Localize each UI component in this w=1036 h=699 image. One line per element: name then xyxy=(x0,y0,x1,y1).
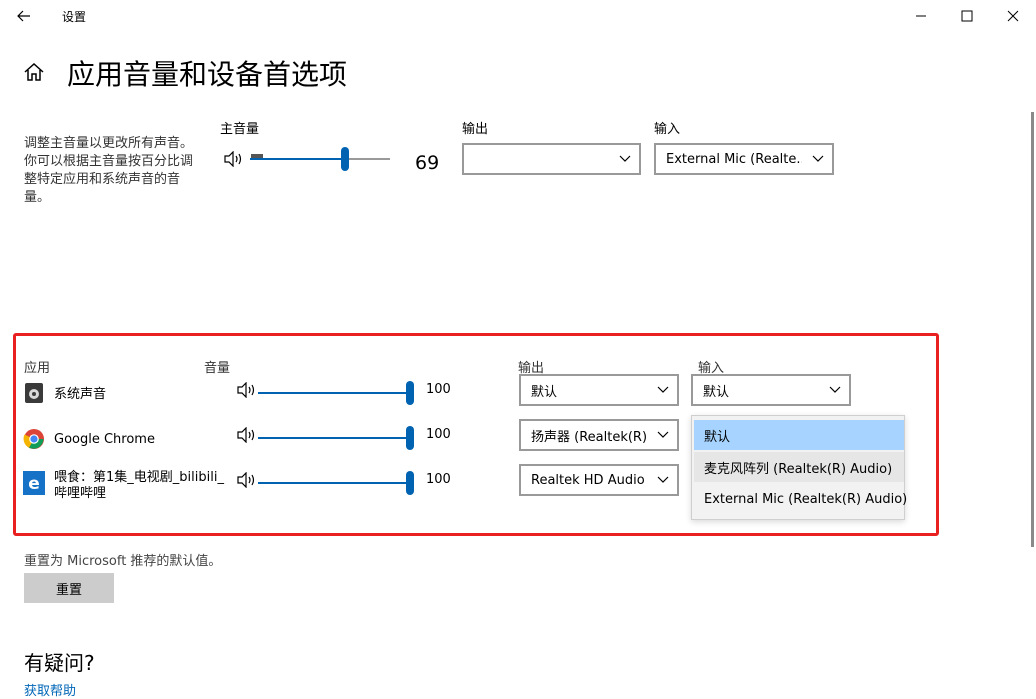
slider-fill xyxy=(258,482,410,484)
master-slider-fill xyxy=(250,158,344,160)
app-output-dropdown[interactable]: 默认 xyxy=(519,374,679,406)
minimize-icon xyxy=(916,15,926,17)
speaker-icon xyxy=(237,382,255,398)
system-sounds-icon xyxy=(25,383,43,403)
chevron-down-icon xyxy=(812,155,824,162)
input-dropdown-popup: 默认 麦克风阵列 (Realtek(R) Audio) External Mic… xyxy=(691,415,907,520)
svg-text:e: e xyxy=(28,474,40,494)
app-output-value: 扬声器 (Realtek(R) xyxy=(531,429,647,445)
app-volume-value: 100 xyxy=(426,472,451,487)
master-slider-thumb[interactable] xyxy=(341,147,349,171)
title-bar: 设置 xyxy=(0,0,1036,32)
output-device-dropdown[interactable] xyxy=(462,143,641,175)
input-device-dropdown[interactable]: External Mic (Realte... xyxy=(654,143,834,175)
app-name-line2: 哔哩哔哩 xyxy=(54,486,107,501)
chevron-down-icon xyxy=(657,431,669,438)
slider-thumb[interactable] xyxy=(406,471,414,495)
master-volume-label: 主音量 xyxy=(220,122,260,137)
app-input-dropdown[interactable]: 默认 xyxy=(691,374,851,406)
close-icon xyxy=(1007,10,1019,22)
edge-icon: e xyxy=(23,471,45,495)
app-name-line1: 喂食：第1集_电视剧_bilibili_ xyxy=(54,470,224,485)
slider-thumb[interactable] xyxy=(406,381,414,405)
chevron-down-icon xyxy=(829,386,841,393)
speaker-icon xyxy=(237,472,255,488)
home-icon[interactable] xyxy=(22,60,46,84)
speaker-icon xyxy=(237,427,255,443)
speaker-icon xyxy=(224,151,242,167)
scrollbar[interactable] xyxy=(1031,112,1034,547)
maximize-button[interactable] xyxy=(944,0,990,32)
master-volume-value: 69 xyxy=(415,152,440,174)
col-volume-header: 音量 xyxy=(204,361,231,376)
chevron-down-icon xyxy=(619,155,631,162)
master-peak-meter xyxy=(251,154,263,158)
slider-fill xyxy=(258,392,410,394)
col-app-header: 应用 xyxy=(24,361,51,376)
popup-option-mic-array[interactable]: 麦克风阵列 (Realtek(R) Audio) xyxy=(694,452,904,482)
back-button[interactable] xyxy=(10,2,38,30)
app-output-value: Realtek HD Audio 2 xyxy=(531,472,647,488)
app-output-dropdown[interactable]: Realtek HD Audio 2 xyxy=(519,464,679,496)
popup-option-external-mic[interactable]: External Mic (Realtek(R) Audio) xyxy=(694,484,907,514)
app-output-value: 默认 xyxy=(531,384,558,400)
window-title: 设置 xyxy=(62,10,87,24)
app-output-dropdown[interactable]: 扬声器 (Realtek(R) xyxy=(519,419,679,451)
maximize-icon xyxy=(961,10,973,22)
get-help-link[interactable]: 获取帮助 xyxy=(24,680,76,699)
app-volume-value: 100 xyxy=(426,427,451,442)
close-button[interactable] xyxy=(990,0,1036,32)
back-arrow-icon xyxy=(17,10,30,22)
slider-fill xyxy=(258,437,410,439)
minimize-button[interactable] xyxy=(898,0,944,32)
slider-thumb[interactable] xyxy=(406,426,414,450)
input-device-value: External Mic (Realte... xyxy=(666,151,802,167)
app-input-value: 默认 xyxy=(703,384,730,400)
reset-description: 重置为 Microsoft 推荐的默认值。 xyxy=(24,554,222,569)
app-name: 系统声音 xyxy=(54,387,107,402)
popup-option-default[interactable]: 默认 xyxy=(694,420,904,450)
app-volume-value: 100 xyxy=(426,382,451,397)
input-label: 输入 xyxy=(654,122,681,137)
chrome-icon xyxy=(23,429,44,449)
reset-button[interactable]: 重置 xyxy=(24,573,114,603)
chevron-down-icon xyxy=(657,476,669,483)
description-text: 调整主音量以更改所有声音。你可以根据主音量按百分比调整特定应用和系统声音的音量。 xyxy=(24,136,194,205)
app-name: Google Chrome xyxy=(54,432,155,447)
page-title: 应用音量和设备首选项 xyxy=(67,58,348,91)
faq-title: 有疑问? xyxy=(24,651,95,675)
output-label: 输出 xyxy=(462,122,489,137)
chevron-down-icon xyxy=(657,386,669,393)
